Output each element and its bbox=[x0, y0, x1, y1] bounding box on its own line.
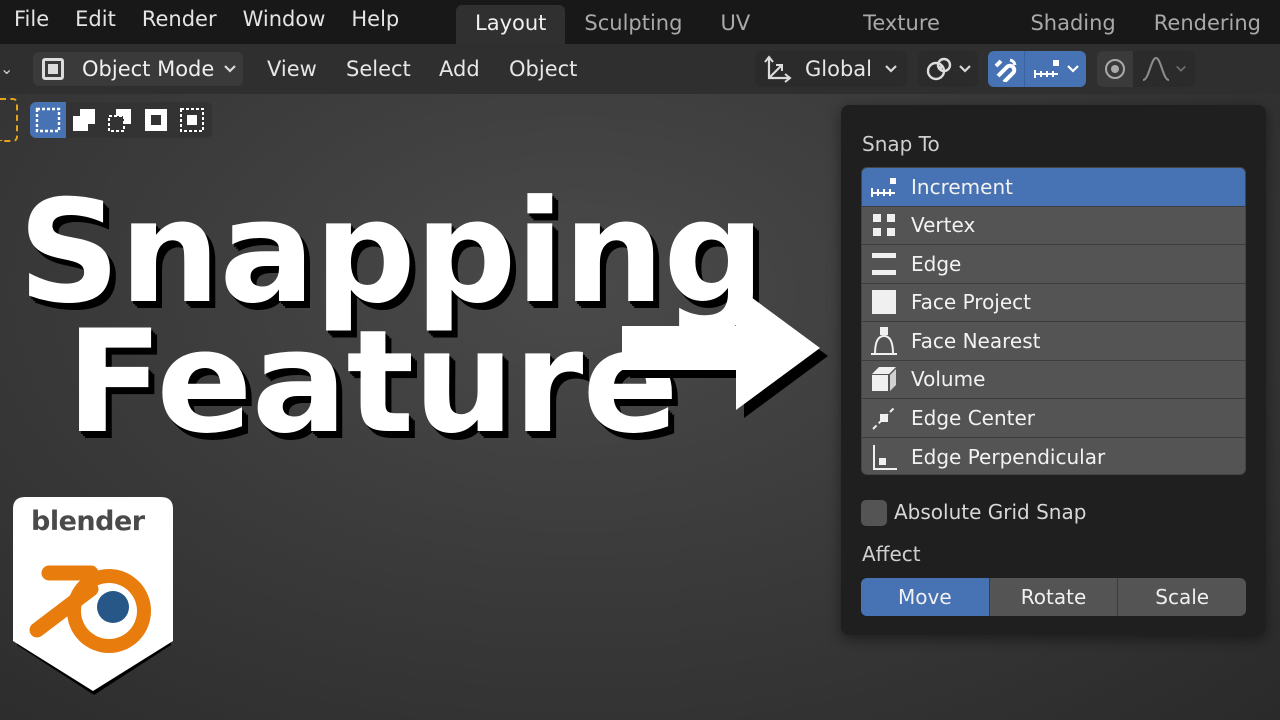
snap-option-label: Edge bbox=[911, 251, 962, 276]
snap-option-volume[interactable]: Volume bbox=[862, 360, 1245, 399]
select-subtract-icon bbox=[108, 109, 131, 132]
select-box-tool-icon[interactable] bbox=[0, 98, 18, 142]
snap-option-label: Increment bbox=[911, 174, 1013, 199]
workspace-tabs: Layout Sculpting UV Editing Texture Pain… bbox=[456, 5, 1280, 71]
object-mode-dropdown[interactable]: Object Mode bbox=[33, 52, 243, 86]
snap-toggle-button[interactable] bbox=[988, 51, 1024, 87]
snap-option-label: Edge Perpendicular bbox=[911, 444, 1106, 469]
menu-edit[interactable]: Edit bbox=[62, 0, 129, 44]
volume-icon bbox=[872, 367, 896, 392]
snapping-controls bbox=[988, 51, 1086, 87]
edge-center-icon bbox=[872, 406, 896, 430]
tab-rendering[interactable]: Rendering bbox=[1135, 5, 1280, 44]
snap-option-label: Face Nearest bbox=[911, 328, 1041, 353]
chevron-down-icon bbox=[885, 65, 897, 73]
orientation-label: Global bbox=[805, 57, 872, 81]
arrow-right-icon bbox=[622, 286, 828, 418]
menu-select[interactable]: Select bbox=[346, 57, 411, 81]
snap-option-face-project[interactable]: Face Project bbox=[862, 283, 1245, 322]
object-mode-label: Object Mode bbox=[82, 57, 215, 81]
face-nearest-icon bbox=[871, 326, 897, 355]
falloff-curve-icon[interactable] bbox=[1139, 54, 1175, 84]
menu-window[interactable]: Window bbox=[230, 0, 339, 44]
selection-mode-buttons bbox=[30, 102, 212, 138]
snap-option-increment[interactable]: Increment bbox=[862, 168, 1245, 207]
transform-orientation-dropdown[interactable]: Global bbox=[755, 51, 907, 87]
tab-layout[interactable]: Layout bbox=[456, 5, 566, 44]
editor-type-chevron-icon[interactable]: ⌄ bbox=[0, 54, 22, 84]
select-mode-intersect-button[interactable] bbox=[174, 102, 210, 138]
snap-option-edge-perpendicular[interactable]: Edge Perpendicular bbox=[862, 437, 1245, 474]
increment-icon bbox=[871, 177, 896, 197]
snap-option-face-nearest[interactable]: Face Nearest bbox=[862, 322, 1245, 361]
menu-view[interactable]: View bbox=[267, 57, 317, 81]
chevron-down-icon bbox=[224, 65, 237, 73]
menu-add[interactable]: Add bbox=[439, 57, 480, 81]
menu-help[interactable]: Help bbox=[338, 0, 412, 44]
menu-object[interactable]: Object bbox=[509, 57, 577, 81]
vertex-icon bbox=[873, 214, 895, 237]
face-project-icon bbox=[872, 290, 896, 315]
tab-sculpting[interactable]: Sculpting bbox=[565, 5, 701, 44]
snap-option-vertex[interactable]: Vertex bbox=[862, 206, 1245, 245]
title-line-2: Feature bbox=[66, 300, 679, 465]
absolute-grid-snap-label: Absolute Grid Snap bbox=[894, 500, 1087, 524]
pivot-point-icon bbox=[926, 57, 952, 81]
top-menubar: File Edit Render Window Help Layout Scul… bbox=[0, 0, 1280, 71]
edge-perpendicular-icon bbox=[873, 444, 897, 470]
snap-option-label: Face Project bbox=[911, 290, 1032, 315]
increment-icon bbox=[1033, 60, 1059, 78]
select-new-icon bbox=[35, 107, 61, 133]
chevron-down-icon bbox=[1066, 65, 1079, 73]
snap-settings-popover: Snap To Increment Vertex Edge Face Proje… bbox=[841, 105, 1266, 635]
affect-heading: Affect bbox=[862, 542, 921, 566]
select-intersect-icon bbox=[180, 108, 204, 132]
snap-option-edge-center[interactable]: Edge Center bbox=[862, 399, 1245, 438]
select-mode-invert-button[interactable] bbox=[138, 102, 174, 138]
tab-shading[interactable]: Shading bbox=[1011, 5, 1134, 44]
pivot-point-dropdown[interactable] bbox=[918, 51, 978, 87]
snap-option-edge[interactable]: Edge bbox=[862, 245, 1245, 284]
snap-option-label: Volume bbox=[911, 367, 986, 392]
menu-render[interactable]: Render bbox=[129, 0, 230, 44]
select-mode-new-button[interactable] bbox=[30, 102, 66, 138]
viewport-header: ⌄ Object Mode View Select Add Object Glo… bbox=[0, 44, 1280, 94]
snap-option-label: Vertex bbox=[911, 213, 976, 238]
affect-toggle-group: Move Rotate Scale bbox=[861, 578, 1246, 616]
proportional-editing-icon bbox=[1105, 59, 1125, 79]
proportional-editing-toggle[interactable] bbox=[1097, 51, 1133, 87]
select-invert-icon bbox=[145, 109, 167, 131]
proportional-editing-controls bbox=[1097, 51, 1195, 87]
chevron-down-icon bbox=[1176, 65, 1186, 72]
blender-logo-text: blender bbox=[31, 506, 145, 537]
affect-scale-button[interactable]: Scale bbox=[1118, 578, 1246, 616]
tab-texture-paint[interactable]: Texture Paint bbox=[844, 5, 1011, 71]
edge-icon bbox=[872, 252, 896, 275]
snap-option-label: Edge Center bbox=[911, 405, 1036, 430]
select-mode-subtract-button[interactable] bbox=[102, 102, 138, 138]
magnet-icon bbox=[994, 58, 1017, 82]
affect-rotate-button[interactable]: Rotate bbox=[989, 578, 1119, 616]
snap-target-dropdown[interactable] bbox=[1024, 51, 1086, 87]
select-extend-icon bbox=[73, 109, 95, 131]
absolute-grid-snap-checkbox[interactable] bbox=[861, 500, 887, 526]
object-mode-icon bbox=[42, 58, 64, 80]
chevron-down-icon bbox=[959, 65, 971, 73]
menu-file[interactable]: File bbox=[0, 0, 62, 44]
tab-uv-editing[interactable]: UV Editing bbox=[701, 5, 844, 71]
snap-to-list: Increment Vertex Edge Face Project Face … bbox=[861, 167, 1246, 475]
affect-move-button[interactable]: Move bbox=[861, 578, 990, 616]
snap-to-heading: Snap To bbox=[862, 132, 940, 156]
orientation-axes-icon bbox=[764, 55, 792, 83]
select-mode-extend-button[interactable] bbox=[66, 102, 102, 138]
